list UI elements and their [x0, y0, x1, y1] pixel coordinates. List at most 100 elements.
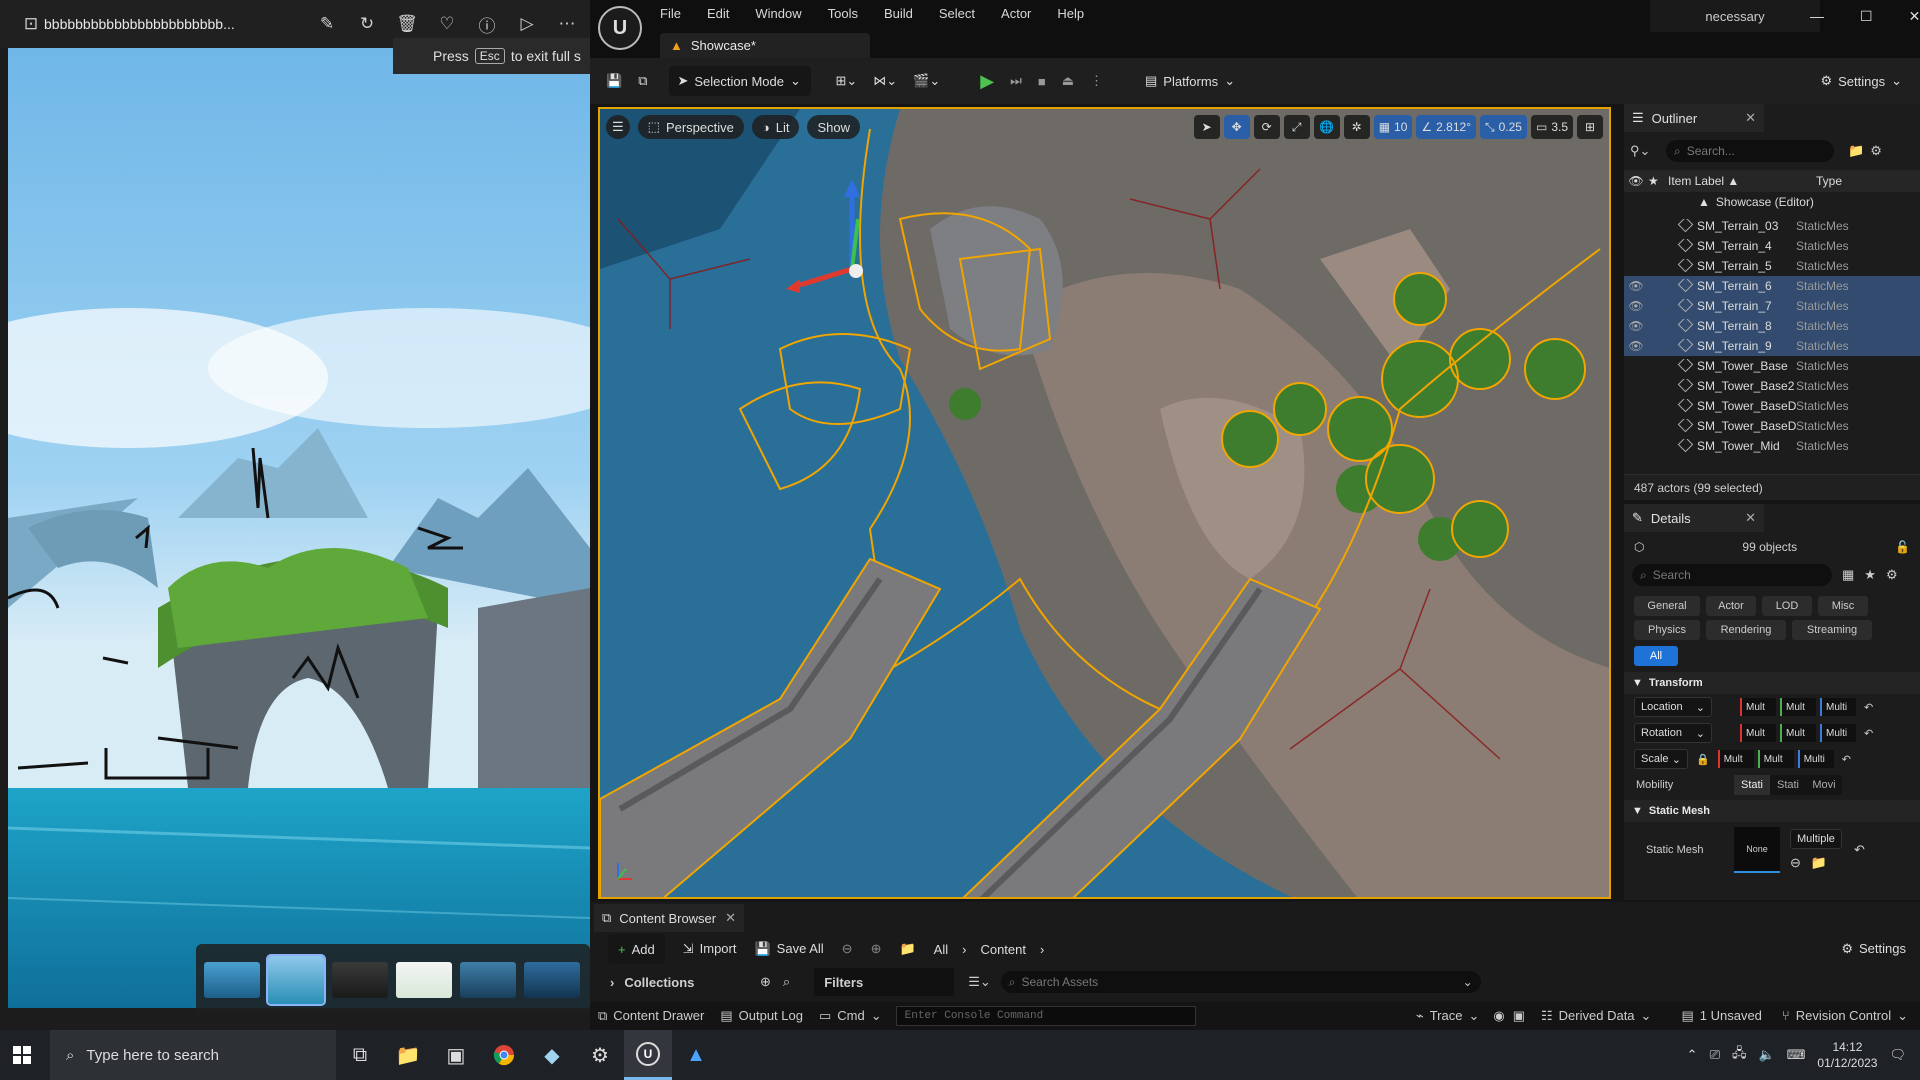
content-drawer-button[interactable]: ⧉ Content Drawer	[590, 1008, 704, 1024]
photos-app-taskbar-icon[interactable]: ▲	[672, 1030, 720, 1080]
record-icon[interactable]: ◉	[1493, 1008, 1504, 1024]
unsaved-button[interactable]: ▤ 1 Unsaved	[1681, 1008, 1761, 1024]
menu-tools[interactable]: Tools	[828, 6, 858, 21]
perspective-button[interactable]: ⬚ Perspective	[637, 115, 744, 139]
rotation-y-field[interactable]: Mult	[1780, 724, 1816, 742]
reset-icon[interactable]: ↶	[1854, 842, 1865, 858]
viewport-menu-icon[interactable]: ☰	[606, 115, 630, 139]
cheat-engine-icon[interactable]: ⚙	[576, 1030, 624, 1080]
back-icon[interactable]: ⊖	[842, 941, 853, 957]
output-log-button[interactable]: ▤ Output Log	[720, 1008, 803, 1024]
console-command-input[interactable]: Enter Console Command	[895, 1006, 1196, 1026]
mobility-static[interactable]: Stati	[1734, 775, 1770, 795]
search-icon[interactable]: ⌕	[783, 974, 790, 990]
column-item-label[interactable]: Item Label ▲	[1668, 174, 1816, 188]
transform-section[interactable]: ▼ Transform	[1624, 672, 1920, 694]
eject-icon[interactable]: ⏏	[1054, 66, 1082, 96]
viewport-layout-icon[interactable]: ⊞	[1577, 115, 1603, 139]
location-dropdown[interactable]: Location ⌄	[1634, 697, 1712, 717]
task-view-icon[interactable]: ⧉	[336, 1030, 384, 1080]
menu-help[interactable]: Help	[1057, 6, 1084, 21]
more-options-icon[interactable]: ⋯	[556, 13, 578, 35]
close-icon[interactable]: ✕	[1909, 8, 1920, 25]
filter-icon[interactable]: ⚲⌄	[1630, 143, 1660, 159]
scale-dropdown[interactable]: Scale ⌄	[1634, 749, 1688, 769]
rotation-snap-toggle[interactable]: ∠ 2.812°	[1416, 115, 1476, 139]
chip-actor[interactable]: Actor	[1706, 596, 1756, 616]
pin-icon[interactable]: ★	[1648, 174, 1668, 188]
outliner-row-selected[interactable]: 👁 SM_Terrain_6 StaticMes	[1624, 276, 1920, 296]
save-icon[interactable]: 💾	[598, 66, 630, 96]
keyboard-icon[interactable]: ⌨	[1787, 1047, 1806, 1063]
camera-speed-button[interactable]: ▭ 3.5	[1530, 115, 1573, 139]
filmstrip-thumb[interactable]	[524, 962, 580, 998]
outliner-row-selected[interactable]: 👁 SM_Terrain_9 StaticMes	[1624, 336, 1920, 356]
import-button[interactable]: ⇲ Import	[683, 941, 737, 957]
volume-icon[interactable]: 🔈	[1758, 1047, 1774, 1063]
outliner-row-selected[interactable]: 👁 SM_Terrain_8 StaticMes	[1624, 316, 1920, 336]
menu-select[interactable]: Select	[939, 6, 975, 21]
platforms-button[interactable]: ▤ Platforms ⌄	[1137, 66, 1243, 96]
minimize-icon[interactable]: —	[1810, 8, 1824, 25]
rotation-x-field[interactable]: Mult	[1740, 724, 1776, 742]
chrome-icon[interactable]	[480, 1030, 528, 1080]
breadcrumb-all[interactable]: All	[934, 942, 948, 957]
close-icon[interactable]: ✕	[1745, 110, 1756, 126]
edit-image-icon[interactable]: ✎	[316, 13, 338, 35]
advance-frame-icon[interactable]: ⏭	[1002, 66, 1030, 96]
scale-x-field[interactable]: Mult	[1717, 750, 1754, 768]
revision-control-button[interactable]: ⑂ Revision Control ⌄	[1782, 1008, 1908, 1024]
network-icon[interactable]: 🖧	[1732, 1044, 1747, 1066]
cb-settings-button[interactable]: ⚙ Settings	[1841, 941, 1906, 957]
location-y-field[interactable]: Mult	[1780, 698, 1816, 716]
details-tab[interactable]: ✎ Details ✕	[1624, 504, 1764, 532]
select-tool-icon[interactable]: ➤	[1193, 115, 1220, 139]
play-icon[interactable]: ▶	[972, 66, 1002, 96]
visibility-icon[interactable]: 👁	[1624, 339, 1648, 353]
breadcrumb-content[interactable]: Content	[980, 942, 1026, 957]
cinematics-icon[interactable]: 🎬⌄	[905, 66, 948, 96]
usb-icon[interactable]: ⎚	[1710, 1047, 1720, 1063]
gear-icon[interactable]: ⚙	[1886, 567, 1898, 583]
filmstrip-thumb[interactable]	[332, 962, 388, 998]
screenshot-icon[interactable]: ▣	[1513, 1008, 1525, 1024]
blueprint-icon[interactable]: ⋈⌄	[865, 66, 905, 96]
chevron-right-icon[interactable]: ›	[1040, 942, 1044, 957]
outliner-row[interactable]: SM_Tower_BaseD StaticMes	[1624, 396, 1920, 416]
surface-snap-icon[interactable]: ✲	[1343, 115, 1370, 139]
reset-icon[interactable]: ↶	[1864, 701, 1873, 714]
add-actor-icon[interactable]: ⊞⌄	[827, 66, 865, 96]
static-mesh-thumbnail[interactable]: None	[1734, 827, 1780, 873]
reset-icon[interactable]: ↶	[1842, 753, 1851, 766]
content-browse-icon[interactable]: ⧉	[630, 66, 655, 96]
scale-lock-icon[interactable]: 🔒	[1696, 753, 1710, 766]
level-tab[interactable]: ▲ Showcase*	[660, 33, 870, 58]
visibility-icon[interactable]: 👁	[1624, 279, 1648, 293]
close-icon[interactable]: ✕	[725, 910, 736, 926]
settings-button[interactable]: ⚙ Settings ⌄	[1812, 66, 1910, 96]
unreal-engine-taskbar-icon[interactable]: U	[624, 1030, 672, 1080]
lock-icon[interactable]: 🔓	[1895, 540, 1910, 554]
table-view-icon[interactable]: ▦	[1842, 567, 1854, 583]
slideshow-icon[interactable]: ▷	[516, 13, 538, 35]
outliner-row[interactable]: SM_Terrain_5 StaticMes	[1624, 256, 1920, 276]
add-button[interactable]: + Add	[608, 934, 665, 964]
rotation-z-field[interactable]: Multi	[1820, 724, 1856, 742]
location-z-field[interactable]: Multi	[1820, 698, 1856, 716]
details-search-input[interactable]: ⌕ Search	[1632, 564, 1832, 586]
visibility-icon[interactable]: 👁	[1624, 174, 1648, 188]
outliner-row[interactable]: SM_Terrain_4 StaticMes	[1624, 236, 1920, 256]
grid-snap-toggle[interactable]: ▦ 10	[1373, 115, 1413, 139]
taskbar-clock[interactable]: 14:12 01/12/2023	[1817, 1039, 1877, 1071]
rotation-dropdown[interactable]: Rotation ⌄	[1634, 723, 1712, 743]
windows-start-icon[interactable]	[0, 1030, 44, 1080]
scale-z-field[interactable]: Multi	[1797, 750, 1834, 768]
info-icon[interactable]: ⓘ	[476, 13, 498, 36]
filmstrip-thumb[interactable]	[204, 962, 260, 998]
menu-build[interactable]: Build	[884, 6, 913, 21]
play-options-icon[interactable]: ⋮	[1082, 66, 1111, 96]
save-all-button[interactable]: 💾 Save All	[754, 941, 823, 957]
reset-icon[interactable]: ↶	[1864, 727, 1873, 740]
filters-button[interactable]: Filters	[814, 968, 955, 996]
filmstrip-thumb[interactable]	[396, 962, 452, 998]
